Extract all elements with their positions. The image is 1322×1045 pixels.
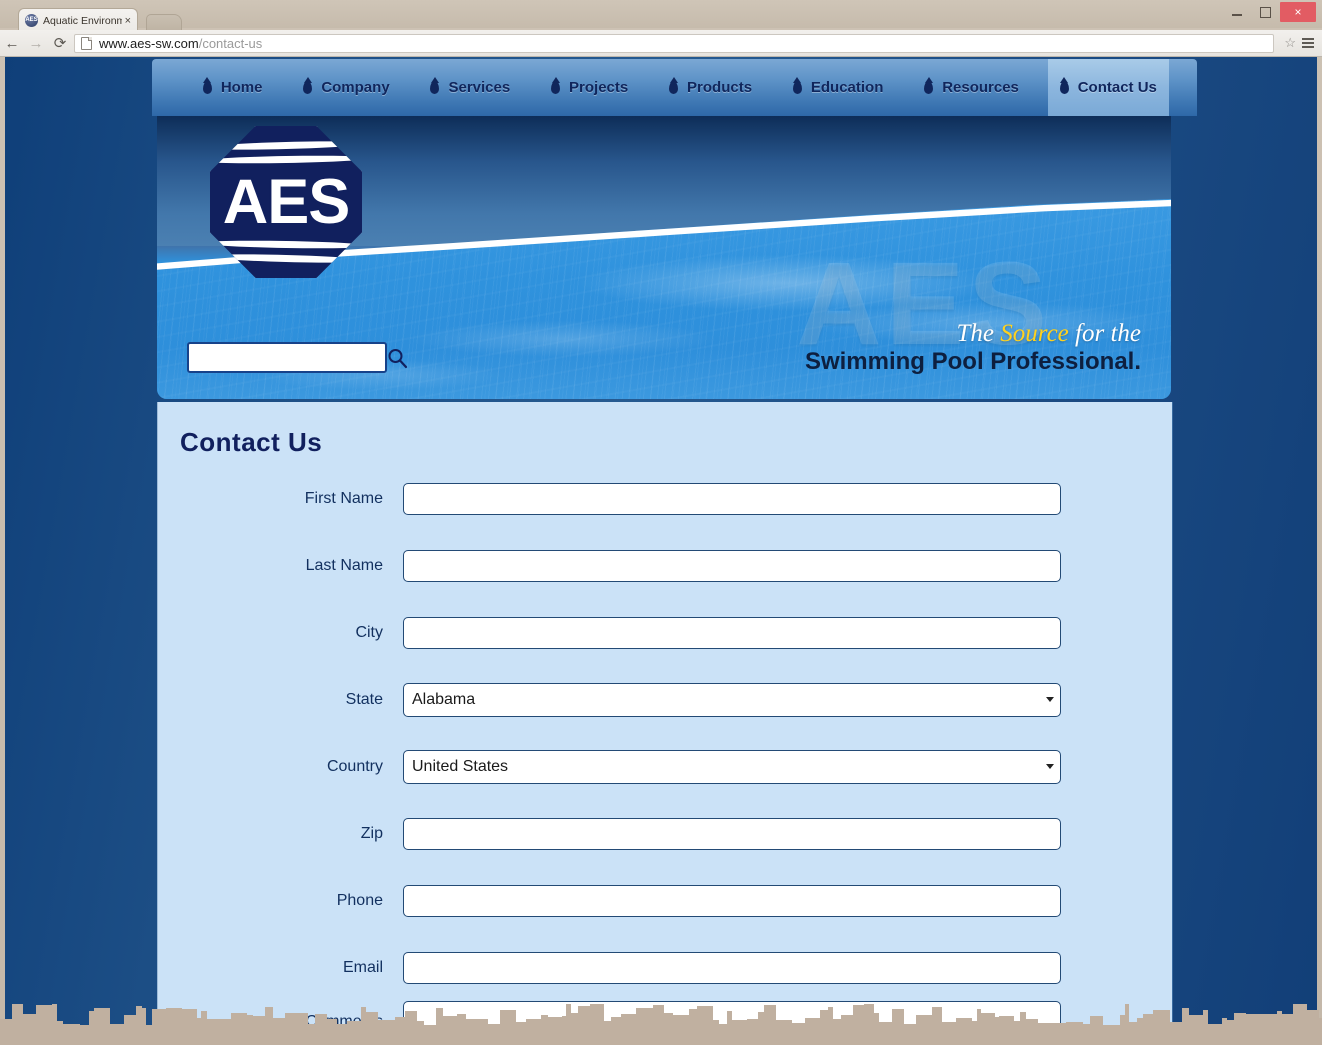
water-drop-icon [202, 81, 212, 94]
page-viewport: Home Company Services Projects Products Educa… [5, 57, 1317, 1040]
tagline-the: The [956, 320, 1001, 348]
nav-item-label: Products [687, 79, 753, 96]
nav-item-label: Contact Us [1077, 79, 1157, 96]
phone-input[interactable] [403, 884, 1061, 917]
nav-item-services[interactable]: Services [418, 59, 522, 116]
form-row: City [158, 599, 1172, 666]
label-first-name: First Name [304, 489, 383, 507]
close-window-button[interactable]: × [1280, 2, 1316, 22]
country-selected-value: United States [412, 757, 509, 775]
nav-item-label: Home [220, 79, 263, 96]
comments-textarea[interactable] [403, 1001, 1061, 1040]
browser-titlebar: AES Aquatic Environmental Sy × × [0, 0, 1322, 33]
nav-item-label: Education [810, 79, 884, 96]
state-selected-value: Alabama [412, 690, 476, 708]
forward-button[interactable]: → [24, 31, 48, 55]
label-email: Email [342, 958, 383, 976]
water-drop-icon [551, 81, 561, 94]
nav-item-label: Company [321, 79, 390, 96]
url-text: www.aes-sw.com/contact-us [99, 36, 262, 51]
water-drop-icon [924, 81, 934, 94]
tab-close-icon[interactable]: × [125, 15, 131, 27]
browser-toolbar: ← → ⟳ www.aes-sw.com/contact-us ☆ [0, 30, 1322, 57]
tagline-forthe: for the [1068, 320, 1141, 348]
site-search[interactable] [187, 342, 408, 373]
tagline-line-2: Swimming Pool Professional. [804, 348, 1141, 376]
content-panel: Contact Us First Name Last Name City State A… [157, 402, 1173, 1040]
email-input[interactable] [403, 951, 1061, 984]
nav-item-education[interactable]: Education [781, 59, 896, 116]
nav-item-label: Resources [942, 79, 1019, 96]
page-title: Contact Us [180, 427, 323, 457]
form-row: Last Name [158, 532, 1172, 599]
form-row: First Name [158, 465, 1172, 532]
search-input[interactable] [189, 344, 382, 371]
browser-window: AES Aquatic Environmental Sy × × ← → ⟳ w… [0, 0, 1322, 1045]
water-drop-icon [1059, 81, 1069, 94]
label-country: Country [326, 757, 383, 775]
nav-item-home[interactable]: Home [191, 59, 275, 116]
last-name-input[interactable] [403, 549, 1061, 582]
nav-item-resources[interactable]: Resources [912, 59, 1031, 116]
label-phone: Phone [336, 891, 383, 909]
water-drop-icon [669, 81, 679, 94]
page-info-icon [81, 36, 92, 50]
browser-tab[interactable]: AES Aquatic Environmental Sy × [18, 8, 138, 32]
label-state: State [345, 690, 383, 708]
site-navigation: Home Company Services Projects Products Educa… [152, 59, 1197, 116]
label-last-name: Last Name [305, 556, 383, 574]
nav-item-projects[interactable]: Projects [539, 59, 640, 116]
water-drop-icon [430, 81, 440, 94]
reload-button[interactable]: ⟳ [48, 31, 72, 55]
maximize-button[interactable] [1252, 3, 1278, 21]
zip-input[interactable] [403, 817, 1061, 850]
site-banner: AES AES The Source for the Swimming Pool… [157, 116, 1171, 399]
browser-menu-icon[interactable] [1302, 38, 1314, 48]
nav-item-company[interactable]: Company [291, 59, 401, 116]
url-path: /contact-us [198, 35, 263, 51]
tagline-source: Source [1000, 320, 1069, 348]
water-drop-icon [303, 81, 313, 94]
form-row: Comments [158, 1001, 1172, 1040]
back-button[interactable]: ← [0, 31, 24, 55]
label-zip: Zip [360, 824, 383, 842]
form-row: State Alabama [158, 666, 1172, 733]
label-city: City [355, 623, 383, 641]
banner-tagline: The Source for the Swimming Pool Profess… [805, 320, 1141, 375]
nav-item-label: Services [448, 79, 511, 96]
minimize-button[interactable] [1224, 3, 1250, 21]
form-row: Zip [158, 800, 1172, 867]
tagline-line-1: The Source for the [805, 320, 1141, 347]
bookmark-star-icon[interactable]: ☆ [1284, 35, 1296, 51]
address-bar[interactable]: www.aes-sw.com/contact-us [74, 33, 1275, 53]
chevron-down-icon [1046, 697, 1054, 702]
nav-item-label: Projects [569, 79, 629, 96]
url-domain: www.aes-sw.com [99, 35, 199, 51]
aes-logo[interactable]: AES [210, 126, 362, 278]
first-name-input[interactable] [403, 482, 1061, 515]
tab-title: Aquatic Environmental Sy [43, 14, 122, 27]
nav-item-products[interactable]: Products [657, 59, 764, 116]
water-drop-icon [792, 81, 802, 94]
window-controls: × [1224, 2, 1316, 22]
state-select[interactable]: Alabama [403, 682, 1061, 717]
contact-form: First Name Last Name City State Alabama Count… [158, 465, 1172, 1040]
form-row: Email [158, 934, 1172, 1001]
form-row: Phone [158, 867, 1172, 934]
browser-tabstrip: AES Aquatic Environmental Sy × [0, 6, 1322, 33]
city-input[interactable] [403, 616, 1061, 649]
aes-logo-octagon: AES [210, 126, 362, 278]
search-icon[interactable] [382, 344, 412, 371]
tab-favicon-icon: AES [25, 14, 38, 27]
nav-item-contact-us[interactable]: Contact Us [1047, 59, 1169, 116]
form-row: Country United States [158, 733, 1172, 800]
aes-logo-text: AES [222, 167, 351, 237]
label-comments: Comments [305, 1013, 383, 1030]
chevron-down-icon [1046, 764, 1054, 769]
country-select[interactable]: United States [403, 749, 1061, 784]
